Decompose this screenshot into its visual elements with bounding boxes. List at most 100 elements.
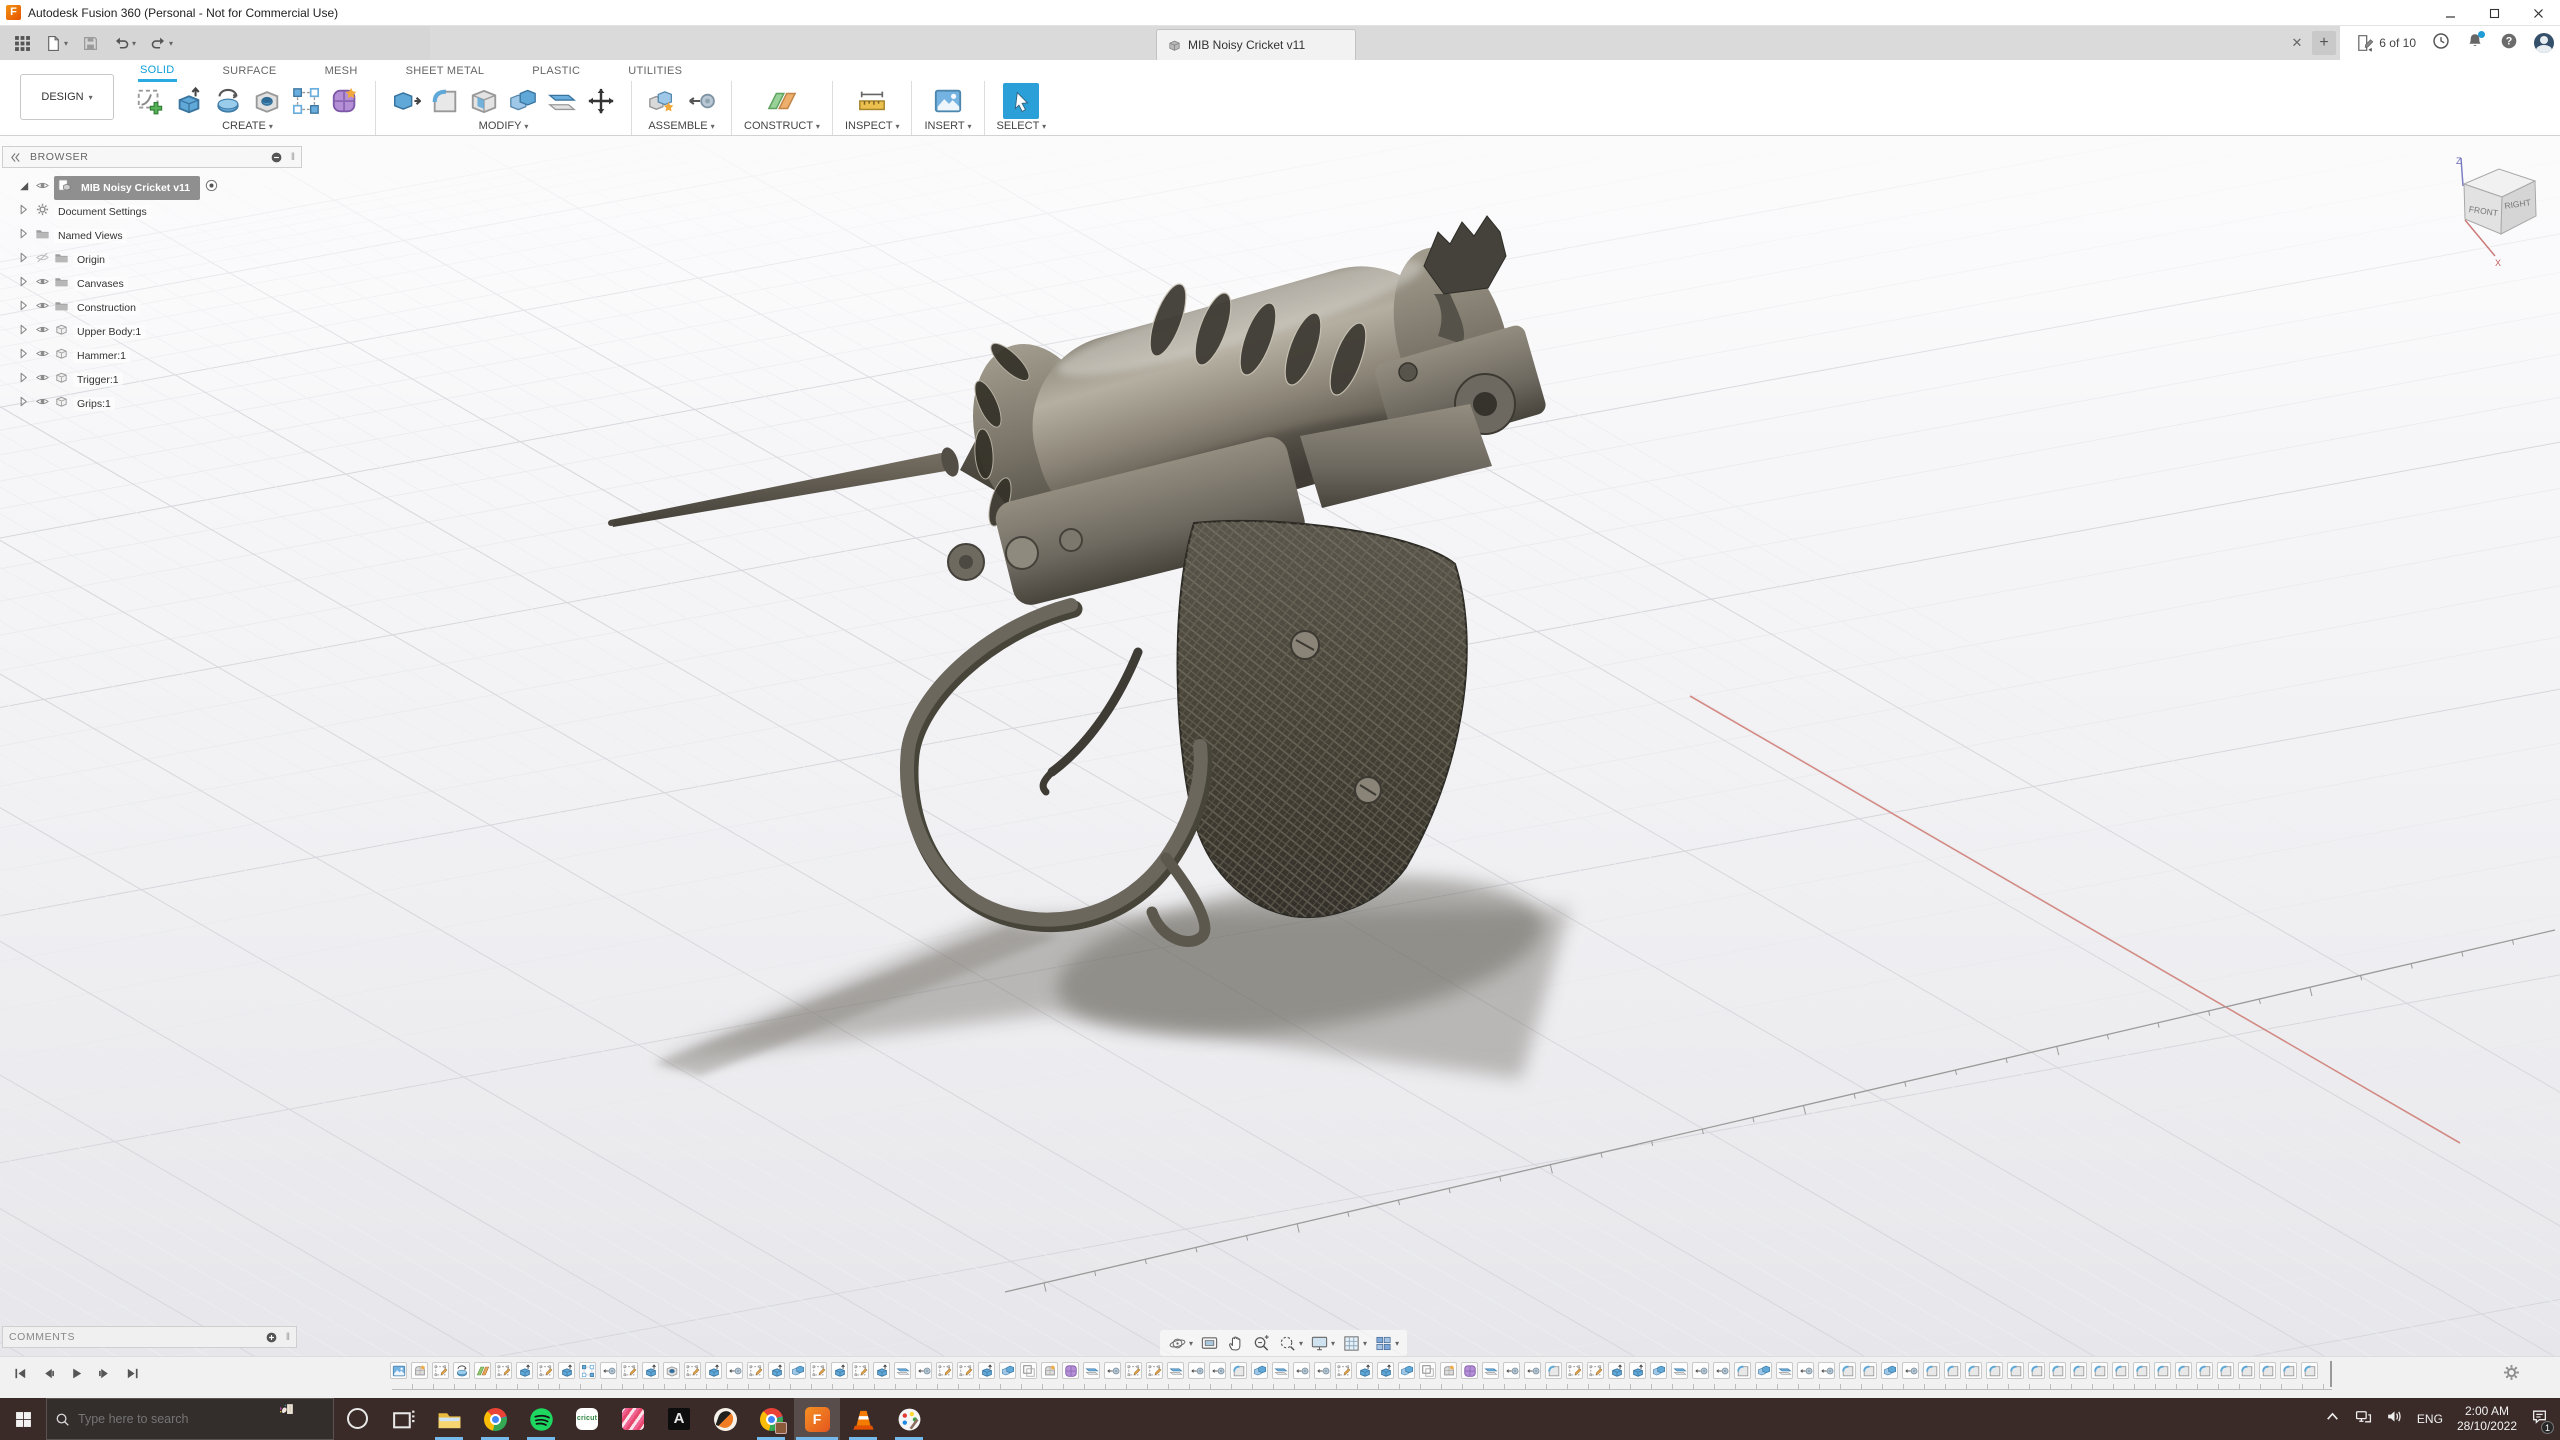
start-button[interactable] [0, 1398, 46, 1440]
timeline-feature-extrude[interactable] [642, 1362, 659, 1379]
grips-part[interactable] [1176, 519, 1468, 919]
timeline-feature-split[interactable] [1482, 1362, 1499, 1379]
timeline-feature-sketch[interactable] [936, 1362, 953, 1379]
taskbar-app-task-view[interactable] [380, 1398, 426, 1440]
timeline-feature-form-purple[interactable] [1461, 1362, 1478, 1379]
panel-drag-grip[interactable]: ‖ [291, 152, 295, 163]
timeline-feature-split[interactable] [1167, 1362, 1184, 1379]
go-to-end-button[interactable] [122, 1363, 142, 1383]
timeline-feature-extrude[interactable] [516, 1362, 533, 1379]
file-menu-icon[interactable]: ▾ [45, 35, 68, 52]
expand-caret-icon[interactable] [16, 274, 31, 294]
maximize-button[interactable] [2472, 0, 2516, 26]
job-status-button[interactable]: 6 of 10 [2356, 34, 2416, 52]
timeline-feature-joint[interactable] [1209, 1362, 1226, 1379]
timeline-feature-joint[interactable] [1503, 1362, 1520, 1379]
timeline-settings-gear-icon[interactable] [2502, 1363, 2522, 1383]
browser-item-origin[interactable]: Origin [2, 248, 302, 272]
go-to-start-button[interactable] [10, 1363, 30, 1383]
pan-nav-icon[interactable] [1226, 1334, 1245, 1353]
timeline-feature-fillet[interactable] [1860, 1362, 1877, 1379]
group-label-construct[interactable]: CONSTRUCT ▾ [744, 120, 820, 132]
timeline-feature-fillet[interactable] [2049, 1362, 2066, 1379]
timeline-feature-fillet[interactable] [2238, 1362, 2255, 1379]
clock-icon[interactable] [2432, 32, 2450, 55]
timeline-feature-combine[interactable] [1251, 1362, 1268, 1379]
timeline-feature-joint[interactable] [1713, 1362, 1730, 1379]
timeline-feature-fillet[interactable] [1734, 1362, 1751, 1379]
timeline-feature-extrude[interactable] [873, 1362, 890, 1379]
taskbar-search[interactable] [46, 1398, 334, 1440]
orbit-nav-icon[interactable]: ▾ [1168, 1334, 1193, 1353]
browser-item-hammer-1[interactable]: Hammer:1 [2, 344, 302, 368]
taskbar-app-cortana[interactable] [334, 1398, 380, 1440]
timeline-feature-fillet[interactable] [1230, 1362, 1247, 1379]
display-settings-nav-icon[interactable]: ▾ [1310, 1334, 1335, 1353]
timeline-feature-joint[interactable] [600, 1362, 617, 1379]
timeline-feature-canvas[interactable] [390, 1362, 407, 1379]
timeline-feature-extrude[interactable] [1356, 1362, 1373, 1379]
new-component-tool-icon[interactable] [644, 83, 680, 119]
zoom-nav-icon[interactable] [1252, 1334, 1271, 1353]
model-noisy-cricket[interactable] [0, 136, 2560, 1356]
shell-tool-icon[interactable] [466, 83, 502, 119]
revolve-tool-icon[interactable] [210, 83, 246, 119]
ribbon-tab-surface[interactable]: SURFACE [221, 62, 279, 80]
fillet-tool-icon[interactable] [427, 83, 463, 119]
timeline-feature-form-purple[interactable] [1062, 1362, 1079, 1379]
timeline-feature-joint[interactable] [915, 1362, 932, 1379]
timeline-feature-extrude[interactable] [978, 1362, 995, 1379]
create-sketch-tool-icon[interactable] [132, 83, 168, 119]
step-forward-button[interactable] [94, 1363, 114, 1383]
document-tab[interactable]: MIB Noisy Cricket v11 [1156, 29, 1356, 60]
expand-caret-icon[interactable] [16, 322, 31, 342]
add-comment-icon[interactable] [265, 1331, 278, 1344]
measure-tool-icon[interactable] [854, 83, 890, 119]
timeline-feature-joint[interactable] [1524, 1362, 1541, 1379]
hole-tool-icon[interactable] [249, 83, 285, 119]
timeline-feature-sketch[interactable] [852, 1362, 869, 1379]
tray-chevron-up-icon[interactable] [2324, 1408, 2341, 1430]
new-tab-icon[interactable]: + [2312, 31, 2336, 55]
viewports-nav-icon[interactable]: ▾ [1374, 1334, 1399, 1353]
select-tool-icon[interactable] [1003, 83, 1040, 119]
timeline-feature-split[interactable] [894, 1362, 911, 1379]
timeline-feature-fillet[interactable] [1986, 1362, 2003, 1379]
timeline-feature-form[interactable] [1440, 1362, 1457, 1379]
timeline-feature-fillet[interactable] [2217, 1362, 2234, 1379]
visibility-eye-icon[interactable] [35, 298, 50, 318]
expand-caret-icon[interactable] [16, 394, 31, 414]
ribbon-tab-solid[interactable]: SOLID [138, 61, 177, 82]
grid-and-snaps-nav-icon[interactable]: ▾ [1342, 1334, 1367, 1353]
timeline-feature-sketch[interactable] [432, 1362, 449, 1379]
look-at-nav-icon[interactable] [1200, 1334, 1219, 1353]
timeline-feature-fillet[interactable] [2301, 1362, 2318, 1379]
timeline-feature-split[interactable] [1671, 1362, 1688, 1379]
gun-model[interactable] [608, 215, 1548, 948]
timeline-feature-extrude[interactable] [831, 1362, 848, 1379]
timeline-feature-split[interactable] [1083, 1362, 1100, 1379]
step-back-button[interactable] [38, 1363, 58, 1383]
move-copy-tool-icon[interactable] [583, 83, 619, 119]
timeline-feature-extrude[interactable] [1608, 1362, 1625, 1379]
timeline-feature-sketch[interactable] [621, 1362, 638, 1379]
expand-caret-icon[interactable] [16, 346, 31, 366]
timeline-feature-combine[interactable] [999, 1362, 1016, 1379]
timeline-feature-fillet[interactable] [2175, 1362, 2192, 1379]
browser-panel-header[interactable]: BROWSER ‖ [2, 146, 302, 168]
split-body-tool-icon[interactable] [544, 83, 580, 119]
timeline-feature-sketch[interactable] [957, 1362, 974, 1379]
timeline-feature-joint[interactable] [1902, 1362, 1919, 1379]
extrude-tool-icon[interactable] [171, 83, 207, 119]
construction-plane-tool-icon[interactable] [764, 83, 800, 119]
ribbon-tab-utilities[interactable]: UTILITIES [626, 62, 684, 80]
timeline-feature-sketch[interactable] [537, 1362, 554, 1379]
design-workspace-menu[interactable]: DESIGN ▾ [20, 74, 114, 120]
timeline-feature-joint[interactable] [1293, 1362, 1310, 1379]
viewport-canvas[interactable]: BROWSER ‖ MIB Noisy Cricket v11 Document … [0, 136, 2560, 1356]
timeline-feature-fillet[interactable] [1839, 1362, 1856, 1379]
tray-language[interactable]: ENG [2417, 1412, 2443, 1426]
taskbar-app-file-explorer[interactable] [426, 1398, 472, 1440]
activate-component-radio[interactable] [204, 178, 219, 198]
fit-nav-icon[interactable]: ▾ [1278, 1334, 1303, 1353]
